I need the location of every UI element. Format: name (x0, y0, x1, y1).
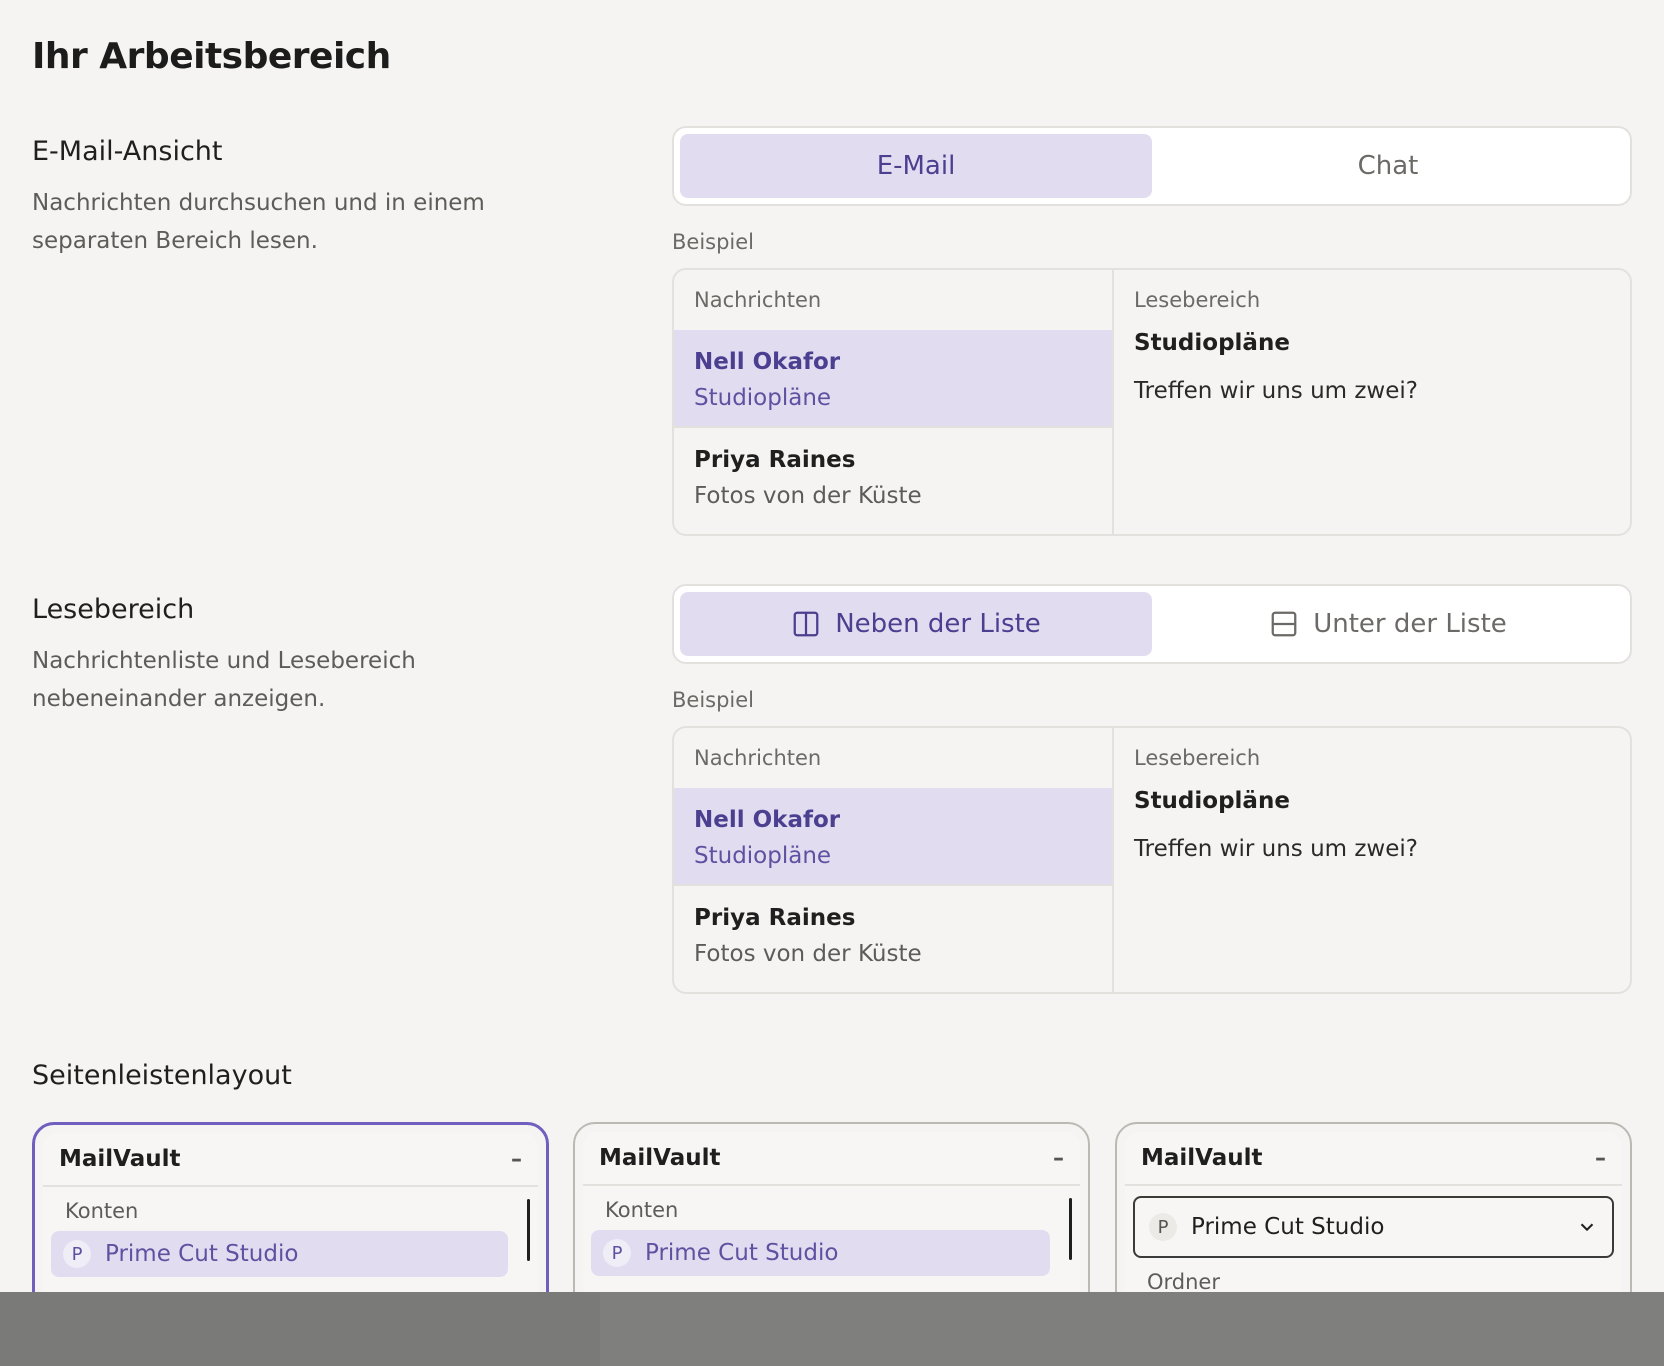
mail-view-example-label: Beispiel (672, 230, 755, 254)
account-name: Prime Cut Studio (1191, 1214, 1385, 1240)
preview-sender: Nell Okafor (694, 807, 841, 833)
preview-sender: Priya Raines (694, 447, 856, 473)
reading-pane-label: Lesebereich (32, 594, 195, 625)
preview-reading-header: Lesebereich (1134, 288, 1261, 312)
preview-message-list: Nachrichten Nell Okafor Studiopläne Priy… (674, 270, 1114, 534)
preview-subject: Studiopläne (694, 385, 832, 411)
preview-list-header: Nachrichten (694, 746, 822, 770)
card-section-label: Konten (43, 1187, 538, 1261)
preview-reading-title: Studiopläne (1134, 330, 1290, 356)
preview-message-row: Nell Okafor Studiopläne (674, 330, 1112, 428)
preview-reading-pane: Lesebereich Studiopläne Treffen wir uns … (1114, 728, 1630, 992)
reading-pane-preview: Nachrichten Nell Okafor Studiopläne Priy… (672, 726, 1632, 994)
reading-pane-option-below[interactable]: Unter der Liste (1152, 592, 1624, 656)
minimize-icon: – (1053, 1145, 1064, 1171)
scrollbar (527, 1199, 530, 1261)
mail-view-option-chat[interactable]: Chat (1152, 134, 1624, 198)
avatar: P (603, 1239, 631, 1267)
preview-reading-header: Lesebereich (1134, 746, 1261, 770)
account-row: P Prime Cut Studio (51, 1231, 508, 1277)
card-header: MailVault – (583, 1132, 1080, 1186)
reading-pane-description: Nachrichtenliste und Lesebereich nebenei… (32, 648, 416, 712)
card-app-title: MailVault (59, 1146, 181, 1172)
mail-view-label: E-Mail-Ansicht (32, 136, 223, 167)
account-name: Prime Cut Studio (105, 1241, 299, 1267)
sidebar-layout-label: Seitenleistenlayout (32, 1060, 292, 1091)
card-header: MailVault – (1125, 1132, 1622, 1186)
preview-subject: Studiopläne (694, 843, 832, 869)
preview-list-header: Nachrichten (694, 288, 822, 312)
avatar: P (63, 1240, 91, 1268)
page-title: Ihr Arbeitsbereich (32, 36, 391, 77)
scrollbar (1069, 1198, 1072, 1260)
sidebar-layout-options: MailVault – Konten P Prime Cut Studio Ma… (32, 1122, 1632, 1322)
preview-message-list: Nachrichten Nell Okafor Studiopläne Priy… (674, 728, 1114, 992)
rows-icon (1271, 611, 1297, 637)
columns-icon (793, 611, 819, 637)
mail-view-option-email[interactable]: E-Mail (680, 134, 1152, 198)
preview-subject: Fotos von der Küste (694, 483, 922, 509)
card-app-title: MailVault (1141, 1145, 1263, 1171)
preview-reading-body: Treffen wir uns um zwei? (1134, 378, 1418, 404)
preview-subject: Fotos von der Küste (694, 941, 922, 967)
preview-reading-body: Treffen wir uns um zwei? (1134, 836, 1418, 862)
card-header: MailVault – (43, 1133, 538, 1187)
account-row: P Prime Cut Studio (591, 1230, 1050, 1276)
mail-view-toggle: E-Mail Chat (672, 126, 1632, 206)
minimize-icon: – (1595, 1145, 1606, 1171)
reading-pane-toggle: Neben der Liste Unter der Liste (672, 584, 1632, 664)
mail-view-preview: Nachrichten Nell Okafor Studiopläne Priy… (672, 268, 1632, 536)
avatar: P (1149, 1213, 1177, 1241)
account-name: Prime Cut Studio (645, 1240, 839, 1266)
card-app-title: MailVault (599, 1145, 721, 1171)
preview-sender: Priya Raines (694, 905, 856, 931)
preview-reading-pane: Lesebereich Studiopläne Treffen wir uns … (1114, 270, 1630, 534)
preview-reading-title: Studiopläne (1134, 788, 1290, 814)
overlay-shade (0, 1292, 600, 1366)
preview-message-row: Priya Raines Fotos von der Küste (674, 886, 1112, 984)
reading-pane-example-label: Beispiel (672, 688, 755, 712)
card-section-label: Konten (583, 1186, 1080, 1260)
minimize-icon: – (511, 1146, 522, 1172)
reading-pane-option-side[interactable]: Neben der Liste (680, 592, 1152, 656)
mail-view-description: Nachrichten durchsuchen und in einem sep… (32, 190, 485, 254)
preview-message-row: Nell Okafor Studiopläne (674, 788, 1112, 886)
chevron-down-icon (1580, 1223, 1594, 1232)
bottom-overlay (0, 1292, 1664, 1366)
preview-sender: Nell Okafor (694, 349, 841, 375)
account-dropdown[interactable]: P Prime Cut Studio (1133, 1196, 1614, 1258)
preview-message-row: Priya Raines Fotos von der Küste (674, 428, 1112, 526)
